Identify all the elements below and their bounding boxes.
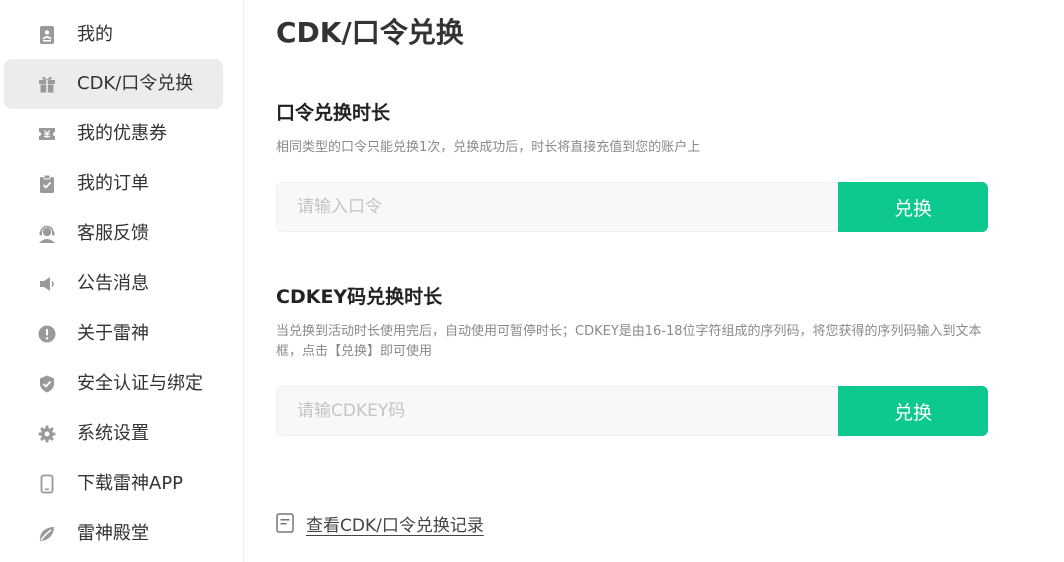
sidebar-item-label: 公告消息 [77,273,149,294]
cdkey-section-description: 当兑换到活动时长使用完后，自动使用可暂停时长；CDKEY是由16-18位字符组成… [276,324,982,359]
sidebar-item-orders[interactable]: 我的订单 [4,159,223,209]
redeem-history-link-label: 查看CDK/口令兑换记录 [306,515,484,536]
gear-icon [37,424,57,444]
info-exclamation-icon [37,324,57,344]
password-input[interactable] [276,182,838,232]
sidebar-item-label: 我的优惠券 [77,123,167,144]
coupon-icon [37,124,57,144]
sidebar-item-label: 系统设置 [77,423,149,444]
sidebar-item-coupons[interactable]: 我的优惠券 [4,109,223,159]
redeem-history-link[interactable]: 查看CDK/口令兑换记录 [276,510,484,536]
leaf-icon [37,524,57,544]
user-card-icon [37,25,57,45]
sidebar-item-label: 我的 [77,24,113,45]
sidebar-item-label: 客服反馈 [77,223,149,244]
cdkey-section-title: CDKEY码兑换时长 [276,286,443,308]
gift-icon [37,74,57,94]
speaker-icon [37,274,57,294]
password-redeem-button[interactable]: 兑换 [838,182,988,232]
sidebar-item-security[interactable]: 安全认证与绑定 [4,359,223,409]
sidebar-item-label: 我的订单 [77,173,149,194]
sidebar-item-hall[interactable]: 雷神殿堂 [4,509,223,559]
document-list-icon [276,513,294,533]
cdkey-redeem-row: 兑换 [276,386,988,436]
sidebar: 我的 CDK/口令兑换 我的优惠券 我的订单 客服反馈 公告消息 关于雷神 安全… [0,0,244,562]
app-window: 我的 CDK/口令兑换 我的优惠券 我的订单 客服反馈 公告消息 关于雷神 安全… [0,0,1064,562]
sidebar-item-about[interactable]: 关于雷神 [4,309,223,359]
sidebar-item-label: CDK/口令兑换 [77,73,194,94]
cdkey-input[interactable] [276,386,838,436]
customer-service-icon [37,224,57,244]
password-redeem-row: 兑换 [276,182,988,232]
sidebar-item-customer-service[interactable]: 客服反馈 [4,209,223,259]
sidebar-item-download-app[interactable]: 下载雷神APP [4,459,223,509]
mobile-phone-icon [37,474,57,494]
sidebar-item-cdk-redeem[interactable]: CDK/口令兑换 [4,59,223,109]
clipboard-check-icon [37,174,57,194]
main-content: CDK/口令兑换 口令兑换时长 相同类型的口令只能兑换1次，兑换成功后，时长将直… [276,0,996,562]
sidebar-item-mine[interactable]: 我的 [4,10,223,60]
sidebar-item-label: 关于雷神 [77,323,149,344]
sidebar-item-settings[interactable]: 系统设置 [4,409,223,459]
password-section-title: 口令兑换时长 [276,102,391,124]
sidebar-item-label: 安全认证与绑定 [77,373,203,394]
sidebar-item-label: 下载雷神APP [77,473,184,494]
sidebar-item-announcements[interactable]: 公告消息 [4,259,223,309]
page-title: CDK/口令兑换 [276,16,464,49]
shield-check-icon [37,374,57,394]
password-section-description: 相同类型的口令只能兑换1次，兑换成功后，时长将直接充值到您的账户上 [276,140,701,155]
cdkey-redeem-button[interactable]: 兑换 [838,386,988,436]
sidebar-item-label: 雷神殿堂 [77,523,149,544]
